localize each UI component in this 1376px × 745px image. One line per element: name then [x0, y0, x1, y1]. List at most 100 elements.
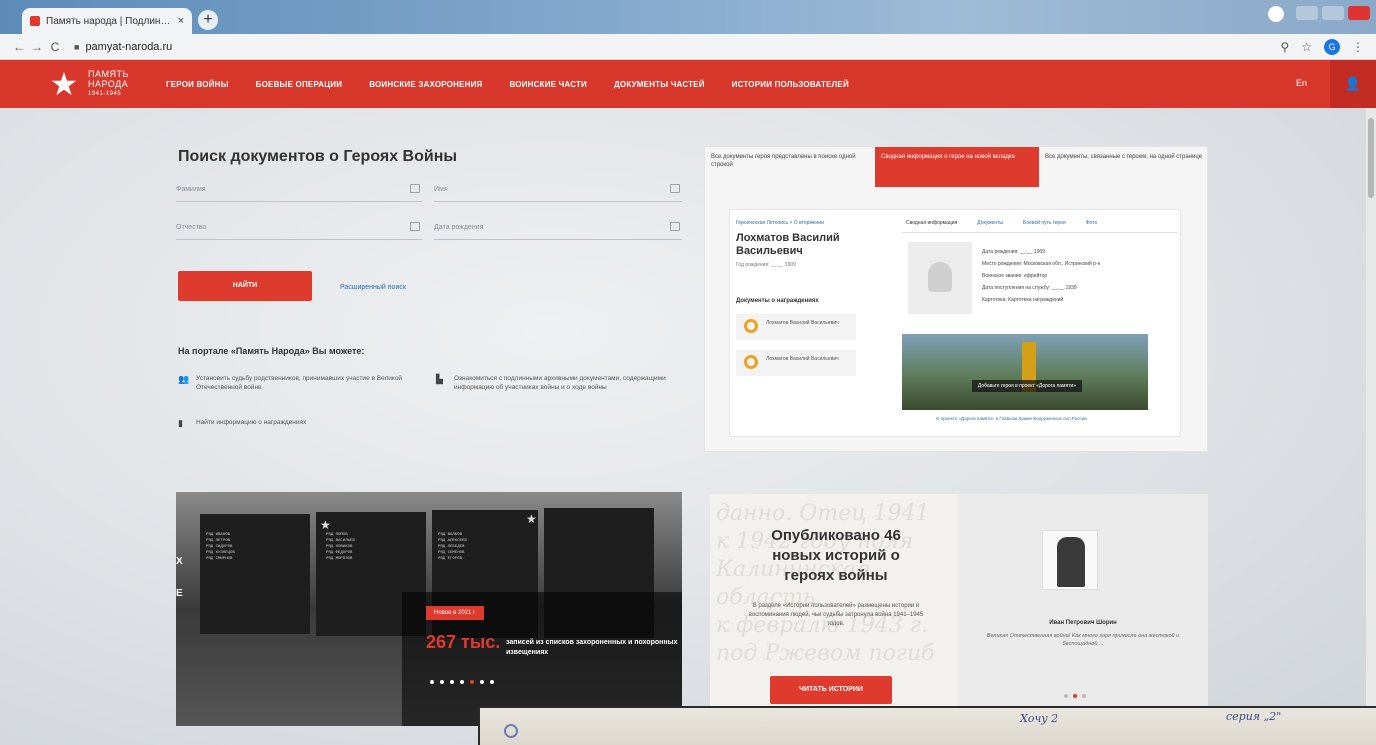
birthdate-placeholder: Дата рождения [434, 224, 484, 231]
carousel-dot[interactable] [430, 680, 434, 684]
soldier-photo-icon [1057, 537, 1085, 587]
calendar-icon[interactable] [670, 222, 680, 231]
preview-medal-item: Лохматов Василий Васильевич [736, 350, 856, 376]
nav-unit-documents[interactable]: ДОКУМЕНТЫ ЧАСТЕЙ [614, 80, 705, 89]
preview-birth: Год рождения: __.__.1909 [736, 262, 796, 268]
preview-screenshot: Героическая Летопись > О вторжении Лохма… [729, 209, 1181, 437]
user-icon[interactable]: 👤 [1330, 60, 1376, 108]
name-placeholder: Имя [434, 186, 448, 193]
carousel-dots [430, 680, 494, 684]
advanced-search-link[interactable]: Расширенный поиск [340, 284, 406, 291]
preview-tab-search[interactable]: Все документы героя представлены в поиск… [705, 147, 875, 187]
keyboard-icon[interactable] [410, 222, 420, 231]
patronymic-placeholder: Отчество [176, 224, 207, 231]
bookmark-star-icon[interactable]: ☆ [1301, 40, 1312, 54]
carousel-dot[interactable] [460, 680, 464, 684]
person-portrait [1042, 530, 1098, 590]
find-button[interactable]: НАЙТИ [178, 271, 312, 301]
stamp-circle-icon [504, 724, 518, 738]
close-window-button[interactable] [1348, 6, 1370, 20]
nav-heroes[interactable]: ГЕРОИ ВОЙНЫ [166, 80, 229, 89]
logo-years: 1941-1945 [88, 91, 122, 97]
carousel-dot[interactable] [490, 680, 494, 684]
main-nav: ГЕРОИ ВОЙНЫ БОЕВЫЕ ОПЕРАЦИИ ВОИНСКИЕ ЗАХ… [166, 80, 849, 89]
info-row: Воинское звание: ефрейтор [982, 273, 1048, 279]
feature-awards: ▮ Найти информацию о награждениях [178, 418, 416, 428]
stories-description: В разделе «Истории пользователей» размещ… [748, 603, 924, 627]
window-controls [1268, 6, 1370, 22]
people-icon: 👥 [178, 374, 190, 384]
close-tab-icon[interactable]: × [178, 15, 184, 27]
carousel-dot-active[interactable] [470, 680, 474, 684]
preview-tab-summary[interactable]: Сводная информация о герое на новой вкла… [875, 147, 1039, 187]
carousel-dot[interactable] [480, 680, 484, 684]
medal-text: Лохматов Василий Васильевич [766, 320, 839, 326]
site-header: ★ ПАМЯТЬ НАРОДА 1941-1945 ГЕРОИ ВОЙНЫ БО… [0, 60, 1376, 108]
person-name: Иван Петрович Шорин [1049, 620, 1117, 626]
preview-hero-name: Лохматов Василий Васильевич [736, 232, 840, 257]
search-title: Поиск документов о Героях Войны [178, 148, 458, 165]
logo-line-1: ПАМЯТЬ [88, 69, 129, 79]
inner-tab: Документы [977, 220, 1004, 226]
nav-units[interactable]: ВОИНСКИЕ ЧАСТИ [510, 80, 588, 89]
medal-icon [744, 319, 758, 333]
preview-photo-placeholder [908, 242, 972, 314]
memorial-banner[interactable]: ★ ★ РЯД ИВАНОВ РЯД ПЕТРОВ РЯД СИДОРОВ РЯД К… [176, 492, 682, 726]
site-favicon-icon [30, 16, 40, 26]
new-tab-button[interactable]: + [198, 10, 218, 30]
preview-right-panel: Сводная информация Документы Боевой путь… [902, 214, 1178, 434]
medal-icon [744, 355, 758, 369]
person-story-excerpt: Великая Отечественная война! Как много г… [986, 633, 1180, 647]
lock-icon: ■ [74, 41, 80, 52]
page-scrollbar[interactable] [1366, 108, 1376, 745]
preview-banner-link: О проекте «Дорога памяти» в Главном Храм… [936, 416, 1087, 421]
language-switch[interactable]: En [1296, 78, 1307, 88]
url-field[interactable]: ■ pamyat-naroda.ru [74, 41, 172, 53]
records-text: записей из списков захороненных и похоро… [506, 639, 678, 656]
minimize-button[interactable] [1296, 6, 1318, 20]
inner-tab: Боевой путь героя [1023, 220, 1066, 226]
info-row: Дата поступления на службу: __.__.1939 [982, 285, 1077, 291]
browser-tab[interactable]: Память народа | Подлинные до × [22, 8, 192, 34]
keyboard-icon[interactable] [410, 184, 420, 193]
site-logo[interactable]: ★ ПАМЯТЬ НАРОДА 1941-1945 [44, 66, 160, 102]
zoom-icon[interactable]: ⚲ [1280, 40, 1289, 54]
menu-dots-icon[interactable]: ⋮ [1352, 40, 1364, 54]
records-count: 267 тыс. [426, 632, 501, 652]
carousel-dot[interactable] [1064, 694, 1068, 698]
reload-icon[interactable]: C [46, 40, 64, 54]
new-badge: Новое в 2021 г. [426, 606, 485, 620]
info-row: Место рождения: Московская обл., Истринс… [982, 261, 1101, 267]
preview-inner-tabs: Сводная информация Документы Боевой путь… [902, 214, 1178, 233]
star-logo-icon: ★ [49, 66, 79, 102]
feature-preview-card: Все документы героя представлены в поиск… [704, 146, 1208, 452]
back-icon[interactable]: ← [10, 40, 28, 54]
feature-documents: ▙ Ознакомиться с подлинными архивными до… [436, 374, 684, 392]
scrollbar-thumb[interactable] [1368, 118, 1374, 198]
preview-tab-all-docs[interactable]: Все документы, связанные с героем, на од… [1039, 147, 1209, 187]
browser-tab-bar: Память народа | Подлинные до × + [0, 0, 1376, 34]
carousel-dot[interactable] [450, 680, 454, 684]
star-icon: ★ [526, 512, 537, 526]
story-person-card[interactable]: Иван Петрович Шорин Великая Отечественна… [958, 494, 1208, 708]
account-avatar[interactable]: G [1324, 39, 1340, 55]
profile-icon[interactable] [1268, 6, 1284, 22]
name-field[interactable]: Имя [434, 178, 682, 202]
maximize-button[interactable] [1322, 6, 1344, 20]
surname-field[interactable]: Фамилия [176, 178, 422, 202]
nav-user-stories[interactable]: ИСТОРИИ ПОЛЬЗОВАТЕЛЕЙ [732, 80, 849, 89]
patronymic-field[interactable]: Отчество [176, 216, 422, 240]
nav-burials[interactable]: ВОИНСКИЕ ЗАХОРОНЕНИЯ [369, 80, 482, 89]
carousel-dot-active[interactable] [1073, 694, 1077, 698]
read-stories-button[interactable]: ЧИТАТЬ ИСТОРИИ [770, 676, 892, 704]
birthdate-field[interactable]: Дата рождения [434, 216, 682, 240]
carousel-dot[interactable] [440, 680, 444, 684]
feature-relatives: 👥 Установить судьбу родственников, прини… [178, 374, 416, 392]
nav-operations[interactable]: БОЕВЫЕ ОПЕРАЦИИ [256, 80, 343, 89]
carousel-dot[interactable] [1082, 694, 1086, 698]
preview-left-panel: Героическая Летопись > О вторжении Лохма… [736, 214, 886, 434]
engraved-names: РЯД ВОЛКОВ РЯД АЛЕКСЕЕВ РЯД ЛЕБЕДЕВ РЯД СЕМ… [438, 533, 467, 561]
keyboard-icon[interactable] [670, 184, 680, 193]
forward-icon[interactable]: → [28, 40, 46, 54]
info-row: Картотека: Картотека награждений [982, 297, 1064, 303]
